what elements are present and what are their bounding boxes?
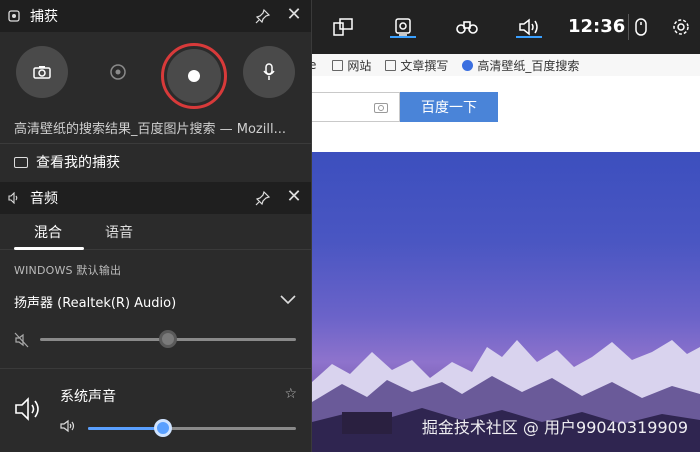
gallery-icon [14, 156, 28, 168]
settings-button[interactable] [666, 12, 696, 42]
browser-window: e 网站 文章撰写 高清壁纸_百度搜索 百度一下 掘金技术社区 @ 用户9904… [309, 0, 700, 452]
slider-fill [88, 427, 163, 430]
camera-icon[interactable] [374, 103, 388, 113]
record-dot-icon [188, 70, 200, 82]
speaker-icon[interactable] [60, 419, 76, 433]
wallpaper-image: 掘金技术社区 @ 用户99040319909 [312, 152, 700, 452]
bookmark-wallpaper[interactable]: 高清壁纸_百度搜索 [462, 57, 579, 74]
active-indicator [516, 36, 542, 38]
show-captures-link[interactable]: 查看我的捕获 [14, 152, 120, 172]
bookmarks-bar: e 网站 文章撰写 高清壁纸_百度搜索 [309, 54, 700, 76]
close-icon[interactable]: ✕ [285, 6, 303, 24]
history-icon [110, 64, 126, 80]
microphone-button[interactable] [243, 46, 295, 98]
audio-header: 音频 ✕ [0, 182, 311, 214]
bookmark-article[interactable]: 文章撰写 [385, 57, 448, 74]
close-icon[interactable]: ✕ [285, 188, 303, 206]
record-button-inner [167, 49, 221, 103]
capture-title: 捕获 [30, 9, 58, 25]
capture-header: 捕获 ✕ [0, 0, 311, 32]
capture-window-title: 高清壁纸的搜索结果_百度图片搜索 — Mozill... [14, 122, 286, 137]
record-button[interactable] [161, 43, 227, 109]
search-row: 百度一下 [312, 90, 700, 124]
widget-menu-icon [333, 18, 353, 36]
divider [0, 368, 312, 369]
show-captures-label: 查看我的捕获 [36, 155, 120, 171]
settings-icon [673, 19, 689, 35]
divider [0, 143, 312, 144]
speaker-header-icon [8, 192, 20, 204]
favorite-star-icon[interactable]: ☆ [284, 386, 297, 402]
search-button[interactable]: 百度一下 [400, 92, 498, 122]
capture-icon [395, 18, 411, 36]
pin-icon[interactable] [255, 190, 271, 206]
audio-icon [519, 18, 538, 36]
tab-voice[interactable]: 语音 [105, 222, 133, 242]
bookmark-website[interactable]: 网站 [332, 57, 371, 74]
capture-header-icon [8, 10, 20, 22]
bookmark-label: 高清壁纸_百度搜索 [477, 58, 580, 73]
screenshot-button[interactable] [16, 46, 68, 98]
bookmark-label: 网站 [347, 58, 372, 73]
output-device-select[interactable]: 扬声器 (Realtek(R) Audio) [14, 292, 176, 311]
muted-speaker-icon[interactable] [14, 332, 30, 348]
slider-thumb[interactable] [159, 330, 177, 348]
active-indicator [390, 36, 416, 38]
capture-panel: 捕获 ✕ 高清壁纸的搜索结果_百度图片搜索 — Mozill... 查看我的捕获 [0, 0, 312, 182]
mouse-button[interactable] [626, 12, 656, 42]
microphone-icon [263, 63, 275, 80]
system-sound-label: 系统声音 [60, 389, 116, 405]
screen: e 网站 文章撰写 高清壁纸_百度搜索 百度一下 掘金技术社区 @ 用户9904… [0, 0, 700, 452]
pin-icon[interactable] [255, 8, 271, 24]
mouse-icon [635, 18, 647, 36]
search-input[interactable] [312, 92, 400, 122]
bookmark-label: 文章撰写 [400, 58, 449, 73]
audio-tabs: 混合 语音 [0, 214, 311, 250]
slider-thumb[interactable] [153, 419, 172, 437]
system-speaker-icon [15, 397, 39, 421]
tab-mix[interactable]: 混合 [34, 222, 62, 242]
binoculars-icon [456, 21, 478, 34]
camera-icon [33, 66, 51, 79]
system-volume-slider[interactable] [88, 418, 296, 438]
capture-buttons [0, 32, 311, 112]
active-tab-indicator [14, 247, 84, 250]
output-section-label: WINDOWS 默认输出 [14, 264, 122, 277]
watermark: 掘金技术社区 @ 用户99040319909 [421, 418, 688, 437]
clock: 12:36 [568, 16, 626, 37]
record-last-button[interactable] [92, 46, 144, 98]
master-volume-slider[interactable] [40, 329, 296, 349]
performance-button[interactable] [452, 12, 482, 42]
audio-panel: 音频 ✕ 混合 语音 WINDOWS 默认输出 扬声器 (Realtek(R) … [0, 182, 312, 452]
folder-icon [385, 59, 397, 71]
baidu-paw-icon [462, 59, 474, 71]
folder-icon [332, 59, 344, 71]
audio-widget-button[interactable] [514, 12, 544, 42]
capture-widget-button[interactable] [388, 12, 418, 42]
audio-title: 音频 [30, 191, 58, 207]
widget-menu-button[interactable] [328, 12, 358, 42]
game-bar: 12:36 [312, 0, 700, 54]
chevron-down-icon[interactable] [279, 290, 297, 308]
